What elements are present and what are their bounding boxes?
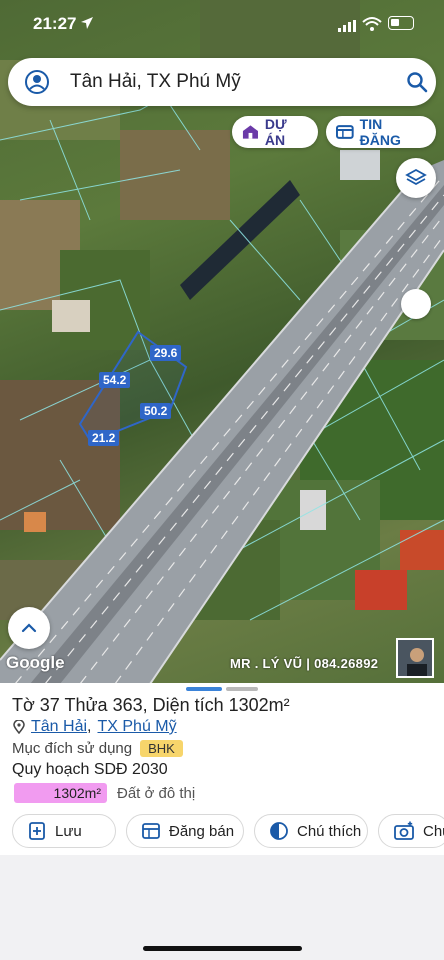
purpose-label: Mục đích sử dụng: [12, 740, 133, 757]
action-buttons: Lưu Đăng bán Chú thích Chụ: [12, 814, 444, 848]
parcel-title: Tờ 37 Thửa 363, Diện tích 1302m²: [12, 695, 290, 715]
post-sale-button[interactable]: Đăng bán: [126, 814, 244, 848]
user-icon[interactable]: [24, 69, 50, 95]
capture-button[interactable]: Chụ: [378, 814, 444, 848]
watermark-text: MR . LÝ VŨ | 084.26892: [230, 656, 379, 671]
plan-heading: Quy hoạch SDĐ 2030: [12, 761, 168, 778]
post-sale-label: Đăng bán: [169, 822, 235, 840]
measure-left: 54.2: [99, 372, 131, 388]
location-arrow-icon: [81, 17, 93, 29]
expand-button[interactable]: [8, 607, 50, 649]
parcel-address: Tân Hải, TX Phú Mỹ: [13, 718, 177, 736]
measure-right: 50.2: [140, 403, 172, 419]
camera-icon: [394, 821, 414, 840]
tin-dang-chip[interactable]: TIN ĐĂNG: [326, 116, 436, 148]
layers-icon: [405, 168, 427, 186]
signal-icon: [338, 20, 356, 32]
sheet-handle[interactable]: [226, 687, 258, 691]
tin-dang-label: TIN ĐĂNG: [359, 116, 401, 148]
capture-label: Chụ: [423, 822, 444, 840]
status-bar: 21:27: [0, 0, 444, 48]
parcel-info-sheet: Tờ 37 Thửa 363, Diện tích 1302m² Tân Hải…: [0, 683, 444, 855]
google-logo: Google: [6, 653, 65, 672]
listing-icon: [336, 125, 354, 139]
chevron-up-icon: [21, 623, 37, 633]
listing-icon: [142, 823, 160, 839]
battery-icon: [388, 16, 414, 30]
measure-top: 29.6: [150, 345, 182, 361]
legend-label: Chú thích: [297, 822, 362, 840]
location-button[interactable]: [401, 289, 431, 319]
search-bar[interactable]: Tân Hải, TX Phú Mỹ: [8, 58, 436, 106]
wifi-icon: [362, 17, 382, 31]
plan-area-row: 1302m² Đất ở đô thị: [14, 783, 195, 803]
save-label: Lưu: [55, 822, 82, 840]
sheet-handle-active[interactable]: [186, 687, 222, 691]
search-icon[interactable]: [406, 71, 428, 93]
plan-type-label: Đất ở đô thị: [117, 784, 196, 802]
map-view[interactable]: 21:27 Tân Hải, TX Phú Mỹ DỰ ÁN TIN ĐĂNG …: [0, 0, 444, 684]
legend-button[interactable]: Chú thích: [254, 814, 368, 848]
commune-link[interactable]: Tân Hải: [31, 718, 87, 735]
map-pin-icon: [13, 720, 25, 734]
du-an-chip[interactable]: DỰ ÁN: [232, 116, 318, 148]
save-button[interactable]: Lưu: [12, 814, 116, 848]
land-purpose-row: Mục đích sử dụng BHK: [12, 740, 183, 757]
town-link[interactable]: TX Phú Mỹ: [97, 718, 176, 736]
building-icon: [242, 125, 258, 139]
address-separator: ,: [87, 718, 92, 735]
purpose-badge: BHK: [140, 740, 183, 757]
search-input[interactable]: Tân Hải, TX Phú Mỹ: [70, 71, 241, 93]
contrast-icon: [270, 822, 288, 840]
home-indicator[interactable]: [143, 946, 302, 951]
status-time: 21:27: [33, 14, 77, 33]
layers-button[interactable]: [396, 158, 436, 198]
plan-area-badge: 1302m²: [14, 783, 107, 803]
du-an-label: DỰ ÁN: [264, 116, 287, 148]
bookmark-add-icon: [29, 822, 45, 840]
avatar: [396, 638, 434, 678]
measure-bottom: 21.2: [88, 430, 120, 446]
